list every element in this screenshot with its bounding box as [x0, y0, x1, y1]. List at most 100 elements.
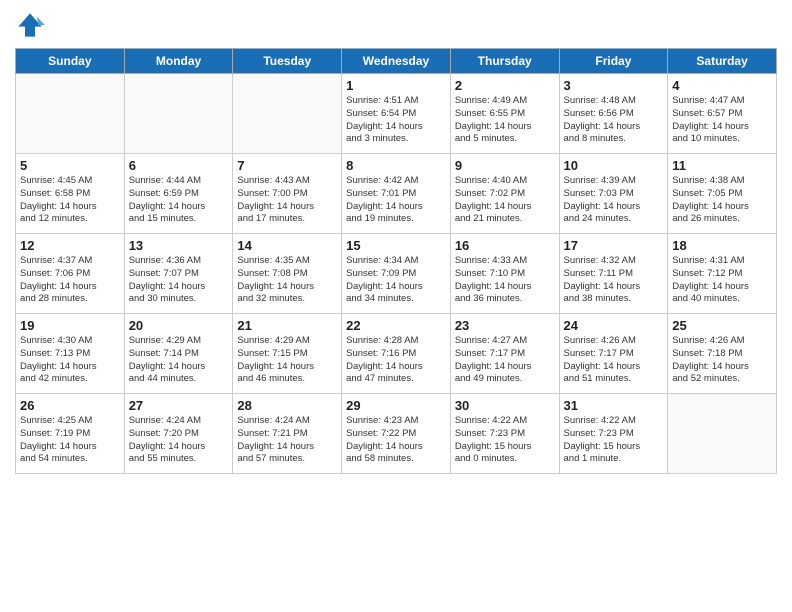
calendar-cell: 12 Sunrise: 4:37 AM Sunset: 7:06 PM Dayli…	[16, 234, 125, 314]
calendar-cell: 24Sunrise: 4:26 AM Sunset: 7:17 PM Dayli…	[559, 314, 668, 394]
day-number: 27	[129, 398, 229, 413]
calendar-cell: 20 Sunrise: 4:29 AM Sunset: 7:14 PM Dayli…	[124, 314, 233, 394]
week-row-3: 12 Sunrise: 4:37 AM Sunset: 7:06 PM Dayli…	[16, 234, 777, 314]
week-row-4: 19 Sunrise: 4:30 AM Sunset: 7:13 PM Dayli…	[16, 314, 777, 394]
day-info: Sunrise: 4:29 AM Sunset: 7:14 PM Dayligh…	[129, 335, 229, 386]
day-info: Sunrise: 4:22 AM Sunset: 7:23 PM Dayligh…	[455, 415, 555, 466]
header	[15, 10, 777, 40]
day-number: 21	[237, 318, 337, 333]
weekday-header-saturday: Saturday	[668, 49, 777, 74]
day-info: Sunrise: 4:24 AM Sunset: 7:21 PM Dayligh…	[237, 415, 337, 466]
calendar-cell: 28 Sunrise: 4:24 AM Sunset: 7:21 PM Dayli…	[233, 394, 342, 474]
calendar-cell: 26Sunrise: 4:25 AM Sunset: 7:19 PM Dayli…	[16, 394, 125, 474]
calendar-cell: 22 Sunrise: 4:28 AM Sunset: 7:16 PM Dayli…	[342, 314, 451, 394]
calendar-cell	[233, 74, 342, 154]
day-number: 18	[672, 238, 772, 253]
day-info: Sunrise: 4:27 AM Sunset: 7:17 PM Dayligh…	[455, 335, 555, 386]
day-number: 30	[455, 398, 555, 413]
calendar-cell	[668, 394, 777, 474]
calendar-cell: 5 Sunrise: 4:45 AM Sunset: 6:58 PM Daylig…	[16, 154, 125, 234]
day-number: 4	[672, 78, 772, 93]
day-number: 26	[20, 398, 120, 413]
day-number: 22	[346, 318, 446, 333]
weekday-header-monday: Monday	[124, 49, 233, 74]
day-number: 6	[129, 158, 229, 173]
week-row-2: 5 Sunrise: 4:45 AM Sunset: 6:58 PM Daylig…	[16, 154, 777, 234]
day-info: Sunrise: 4:48 AM Sunset: 6:56 PM Dayligh…	[564, 95, 664, 146]
day-info: Sunrise: 4:45 AM Sunset: 6:58 PM Dayligh…	[20, 175, 120, 226]
day-info: Sunrise: 4:40 AM Sunset: 7:02 PM Dayligh…	[455, 175, 555, 226]
calendar-cell: 19 Sunrise: 4:30 AM Sunset: 7:13 PM Dayli…	[16, 314, 125, 394]
day-number: 23	[455, 318, 555, 333]
day-number: 17	[564, 238, 664, 253]
calendar-cell: 11 Sunrise: 4:38 AM Sunset: 7:05 PM Dayli…	[668, 154, 777, 234]
calendar-cell: 17 Sunrise: 4:32 AM Sunset: 7:11 PM Dayli…	[559, 234, 668, 314]
calendar-cell: 9 Sunrise: 4:40 AM Sunset: 7:02 PM Daylig…	[450, 154, 559, 234]
day-number: 7	[237, 158, 337, 173]
day-number: 20	[129, 318, 229, 333]
day-info: Sunrise: 4:47 AM Sunset: 6:57 PM Dayligh…	[672, 95, 772, 146]
day-info: Sunrise: 4:28 AM Sunset: 7:16 PM Dayligh…	[346, 335, 446, 386]
day-number: 9	[455, 158, 555, 173]
calendar-cell: 18 Sunrise: 4:31 AM Sunset: 7:12 PM Dayli…	[668, 234, 777, 314]
calendar-cell: 8Sunrise: 4:42 AM Sunset: 7:01 PM Daylig…	[342, 154, 451, 234]
day-info: Sunrise: 4:42 AM Sunset: 7:01 PM Dayligh…	[346, 175, 446, 226]
weekday-header-thursday: Thursday	[450, 49, 559, 74]
day-number: 28	[237, 398, 337, 413]
weekday-header-tuesday: Tuesday	[233, 49, 342, 74]
day-info: Sunrise: 4:24 AM Sunset: 7:20 PM Dayligh…	[129, 415, 229, 466]
calendar-cell: 14 Sunrise: 4:35 AM Sunset: 7:08 PM Dayli…	[233, 234, 342, 314]
calendar-cell	[124, 74, 233, 154]
day-info: Sunrise: 4:30 AM Sunset: 7:13 PM Dayligh…	[20, 335, 120, 386]
weekday-header-sunday: Sunday	[16, 49, 125, 74]
day-info: Sunrise: 4:29 AM Sunset: 7:15 PM Dayligh…	[237, 335, 337, 386]
day-number: 31	[564, 398, 664, 413]
day-number: 12	[20, 238, 120, 253]
day-number: 15	[346, 238, 446, 253]
day-info: Sunrise: 4:36 AM Sunset: 7:07 PM Dayligh…	[129, 255, 229, 306]
day-number: 19	[20, 318, 120, 333]
day-number: 11	[672, 158, 772, 173]
calendar-cell: 27 Sunrise: 4:24 AM Sunset: 7:20 PM Dayli…	[124, 394, 233, 474]
day-number: 16	[455, 238, 555, 253]
day-info: Sunrise: 4:44 AM Sunset: 6:59 PM Dayligh…	[129, 175, 229, 226]
day-info: Sunrise: 4:35 AM Sunset: 7:08 PM Dayligh…	[237, 255, 337, 306]
calendar-cell: 31 Sunrise: 4:22 AM Sunset: 7:23 PM Dayli…	[559, 394, 668, 474]
week-row-5: 26Sunrise: 4:25 AM Sunset: 7:19 PM Dayli…	[16, 394, 777, 474]
day-number: 3	[564, 78, 664, 93]
day-info: Sunrise: 4:22 AM Sunset: 7:23 PM Dayligh…	[564, 415, 664, 466]
calendar-cell: 13 Sunrise: 4:36 AM Sunset: 7:07 PM Dayli…	[124, 234, 233, 314]
weekday-header-row: SundayMondayTuesdayWednesdayThursdayFrid…	[16, 49, 777, 74]
calendar-cell: 4 Sunrise: 4:47 AM Sunset: 6:57 PM Daylig…	[668, 74, 777, 154]
calendar-cell: 10 Sunrise: 4:39 AM Sunset: 7:03 PM Dayli…	[559, 154, 668, 234]
calendar-cell: 21 Sunrise: 4:29 AM Sunset: 7:15 PM Dayli…	[233, 314, 342, 394]
calendar-cell: 7 Sunrise: 4:43 AM Sunset: 7:00 PM Daylig…	[233, 154, 342, 234]
calendar-cell: 23 Sunrise: 4:27 AM Sunset: 7:17 PM Dayli…	[450, 314, 559, 394]
day-info: Sunrise: 4:32 AM Sunset: 7:11 PM Dayligh…	[564, 255, 664, 306]
calendar-cell: 3 Sunrise: 4:48 AM Sunset: 6:56 PM Daylig…	[559, 74, 668, 154]
day-info: Sunrise: 4:34 AM Sunset: 7:09 PM Dayligh…	[346, 255, 446, 306]
day-info: Sunrise: 4:37 AM Sunset: 7:06 PM Dayligh…	[20, 255, 120, 306]
calendar-cell: 16Sunrise: 4:33 AM Sunset: 7:10 PM Dayli…	[450, 234, 559, 314]
calendar-cell: 1Sunrise: 4:51 AM Sunset: 6:54 PM Daylig…	[342, 74, 451, 154]
day-info: Sunrise: 4:26 AM Sunset: 7:18 PM Dayligh…	[672, 335, 772, 386]
day-number: 10	[564, 158, 664, 173]
day-info: Sunrise: 4:49 AM Sunset: 6:55 PM Dayligh…	[455, 95, 555, 146]
calendar-cell: 2Sunrise: 4:49 AM Sunset: 6:55 PM Daylig…	[450, 74, 559, 154]
day-info: Sunrise: 4:43 AM Sunset: 7:00 PM Dayligh…	[237, 175, 337, 226]
day-info: Sunrise: 4:31 AM Sunset: 7:12 PM Dayligh…	[672, 255, 772, 306]
calendar-cell	[16, 74, 125, 154]
calendar-cell: 15 Sunrise: 4:34 AM Sunset: 7:09 PM Dayli…	[342, 234, 451, 314]
weekday-header-friday: Friday	[559, 49, 668, 74]
day-number: 13	[129, 238, 229, 253]
day-number: 5	[20, 158, 120, 173]
logo-icon	[15, 10, 45, 40]
page: SundayMondayTuesdayWednesdayThursdayFrid…	[0, 0, 792, 612]
day-info: Sunrise: 4:39 AM Sunset: 7:03 PM Dayligh…	[564, 175, 664, 226]
day-number: 24	[564, 318, 664, 333]
logo	[15, 10, 49, 40]
day-number: 25	[672, 318, 772, 333]
day-info: Sunrise: 4:38 AM Sunset: 7:05 PM Dayligh…	[672, 175, 772, 226]
day-number: 14	[237, 238, 337, 253]
calendar-cell: 25 Sunrise: 4:26 AM Sunset: 7:18 PM Dayli…	[668, 314, 777, 394]
